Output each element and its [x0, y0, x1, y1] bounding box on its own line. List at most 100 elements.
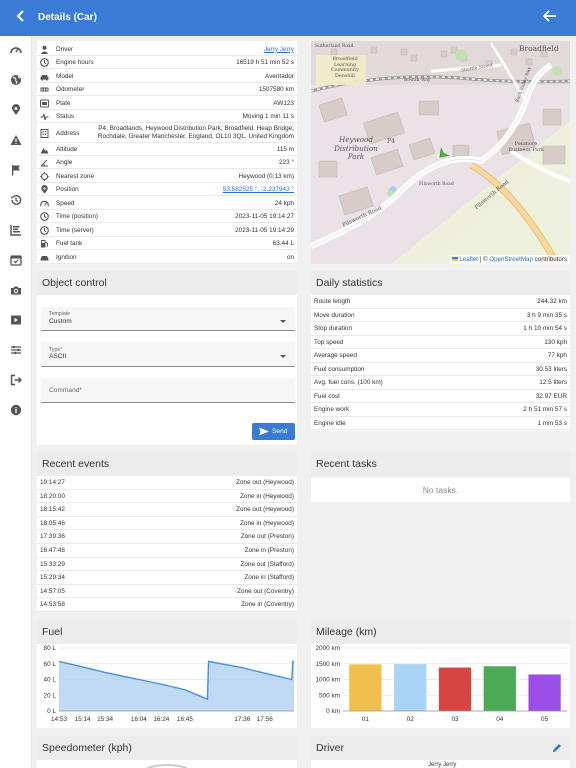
event-row[interactable]: 18:05:46 Zone in (Heywood) [37, 517, 297, 531]
stat-label: Move duration [314, 311, 355, 319]
info-value[interactable]: Jerry Jerry [264, 46, 294, 53]
calendar-icon[interactable] [8, 252, 24, 268]
odometer-icon [40, 85, 49, 94]
fuel-y-tick: 0 L [47, 708, 56, 715]
info-label: Angle [56, 159, 73, 166]
chart-icon[interactable] [8, 222, 24, 238]
speedometer-icon[interactable] [8, 42, 24, 58]
info-value: on [286, 253, 294, 261]
attribution-separator: | © [479, 256, 488, 263]
info-value: 2023-11-05 19:14:29 [235, 226, 294, 234]
page-title: Details (Car) [38, 12, 97, 23]
send-label: Send [272, 428, 288, 435]
info-row-altitude: Altitude 115 m [37, 143, 297, 156]
flag-icon[interactable] [8, 162, 24, 178]
info-value: 223 ° [279, 159, 294, 166]
leaflet-link[interactable]: Leaflet [459, 256, 478, 263]
event-row[interactable]: 18:15:42 Zone out (Heywood) [37, 503, 297, 517]
info-label: Nearest zone [56, 172, 95, 180]
event-time: 18:05:46 [40, 519, 65, 527]
globe-icon[interactable] [8, 72, 24, 88]
info-value[interactable]: 53.582525 °, -2.237943 ° [223, 186, 294, 193]
daily-statistics-panel: Daily statistics Route length 244.32 km Mo… [311, 271, 570, 431]
info-label: Speed [56, 199, 75, 207]
device-info-panel: Driver Jerry Jerry Engine hours 16519 h 51 … [37, 41, 297, 264]
stat-value: 2 h 51 min 57 s [523, 406, 567, 413]
event-row[interactable]: 15:29:34 Zone in (Stafford) [37, 571, 297, 585]
info-row-nearest-zone: Nearest zone Heywood (0.13 km) [37, 170, 297, 183]
event-row[interactable]: 18:20:00 Zone in (Heywood) [37, 490, 297, 504]
map[interactable]: Heywood Distribution Park P4 Broadfield … [311, 41, 570, 264]
info-label: Status [56, 113, 75, 120]
zone-icon [40, 171, 49, 181]
fuel-x-tick: 14:53 [51, 716, 67, 723]
event-time: 14:57:05 [40, 587, 65, 595]
event-row[interactable]: 17:39:36 Zone out (Preston) [37, 530, 297, 544]
info-row-model: Model Aventador [37, 70, 297, 83]
type-select[interactable]: Type* ASCII [41, 342, 295, 367]
map-attribution: Leaflet | © OpenStreetMap contributors [448, 255, 570, 264]
template-select[interactable]: Template Custom [41, 307, 295, 331]
event-name: Zone out (Heywood) [236, 506, 294, 514]
recent-events-panel: Recent events 19:14:27 Zone out (Heywood)… [37, 452, 297, 612]
logout-icon[interactable] [8, 372, 24, 388]
info-value: AW123 [273, 99, 294, 107]
info-label: Time (position) [56, 213, 99, 220]
fuel-x-tick: 15:34 [97, 716, 113, 723]
angle-icon [40, 158, 49, 167]
info-label: Driver [56, 45, 74, 53]
chevron-left-icon[interactable] [14, 10, 28, 26]
stat-row: Move duration 3 h 9 min 35 s [311, 309, 570, 322]
map-label: Heywood Distribution Park [334, 135, 378, 161]
stat-label: Avg. fuel cons. (100 km) [314, 379, 383, 386]
stat-row: Fuel consumption 30.53 liters [311, 363, 570, 376]
warning-icon[interactable] [8, 132, 24, 148]
history-icon[interactable] [8, 192, 24, 208]
osm-link[interactable]: OpenStreetMap [489, 256, 533, 263]
event-time: 17:39:36 [40, 533, 65, 541]
video-icon[interactable] [8, 312, 24, 328]
mileage-x-tick: 02 [407, 716, 415, 723]
info-icon[interactable] [8, 402, 24, 418]
event-row[interactable]: 19:14:27 Zone out (Heywood) [37, 476, 297, 490]
mileage-bar [349, 664, 382, 711]
stat-value: 1 h 10 min 54 s [523, 325, 567, 332]
dropdown-arrow-icon [280, 355, 286, 358]
sliders-icon[interactable] [8, 342, 24, 358]
info-label: Fuel tank [56, 240, 83, 247]
pencil-icon[interactable] [552, 743, 562, 753]
camera-icon[interactable] [8, 282, 24, 298]
map-pin-icon[interactable] [8, 102, 24, 118]
send-icon [259, 427, 269, 436]
command-input[interactable]: Command* [41, 378, 295, 403]
event-time: 15:29:34 [40, 574, 65, 582]
info-row-engine-hours: Engine hours 16519 h 51 min 52 s [37, 56, 297, 70]
speedometer-title: Speedometer (kph) [37, 736, 297, 760]
info-value: 16519 h 51 min 52 s [236, 59, 294, 66]
stat-label: Fuel consumption [314, 365, 365, 373]
fuel-x-tick: 16:24 [153, 716, 169, 723]
event-time: 18:15:42 [40, 506, 65, 514]
info-label: Engine hours [56, 59, 94, 66]
stat-value: 32.97 EUR [535, 392, 567, 400]
event-row[interactable]: 14:53:58 Zone in (Coventry) [37, 598, 297, 612]
send-button[interactable]: Send [252, 423, 295, 440]
stat-row: Fuel cost 32.97 EUR [311, 390, 570, 403]
info-label: Odometer [56, 86, 85, 93]
event-name: Zone out (Preston) [240, 533, 294, 541]
speed-icon [40, 199, 49, 208]
speedometer-panel: Speedometer (kph) [37, 736, 297, 768]
map-label: Pilsworth Road [419, 182, 454, 187]
fuel-x-tick: 17:36 [234, 716, 250, 723]
event-time: 19:14:27 [40, 479, 65, 486]
arrow-left-icon[interactable] [542, 10, 558, 26]
info-row-odometer: Odometer 1507580 km [37, 83, 297, 97]
stat-value: 77 kph [547, 352, 567, 359]
event-row[interactable]: 14:57:05 Zone out (Coventry) [37, 585, 297, 599]
event-row[interactable]: 16:47:48 Zone in (Preston) [37, 544, 297, 558]
info-value: P4, Broadlands, Heywood Distribution Par… [97, 125, 294, 140]
info-label: Altitude [56, 145, 78, 153]
person-icon [40, 45, 49, 54]
event-row[interactable]: 15:33:29 Zone out (Stafford) [37, 558, 297, 572]
fuel-x-tick: 16:45 [177, 716, 193, 723]
